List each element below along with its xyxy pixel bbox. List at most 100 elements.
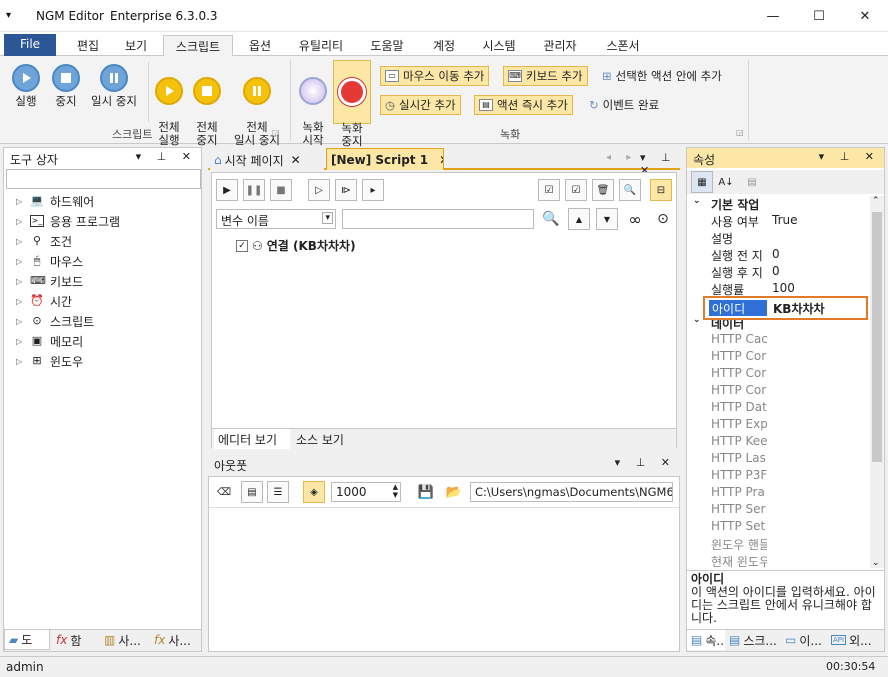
tree-item-script[interactable]: ▷ ⊙ 스크립트 bbox=[16, 312, 94, 330]
collapse-icon[interactable]: ⌄ bbox=[693, 315, 701, 325]
event-done-button[interactable]: ↻ 이벤트 완료 bbox=[585, 95, 663, 115]
panel-controls[interactable]: ▾ ⊥ ✕ bbox=[615, 456, 676, 469]
stop-button[interactable]: 중지 bbox=[46, 64, 86, 108]
property-value[interactable]: 0 bbox=[772, 264, 780, 278]
move-up-icon[interactable]: ▲ bbox=[568, 208, 590, 230]
play-step-icon[interactable]: ▷ bbox=[308, 179, 330, 201]
tree-item-hardware[interactable]: ▷ 💻 하드웨어 bbox=[16, 192, 94, 210]
step-box-icon[interactable]: ▸ bbox=[362, 179, 384, 201]
edit-id-row[interactable]: 아이디 KB차차차 bbox=[703, 296, 868, 320]
maximize-button[interactable]: ☐ bbox=[796, 0, 842, 32]
section-basic[interactable]: ⌄ 기본 작업 bbox=[687, 196, 869, 213]
scroll-down-icon[interactable]: ⌄ bbox=[872, 558, 880, 568]
property-row[interactable]: HTTP Cac bbox=[687, 332, 869, 349]
property-row[interactable]: HTTP Cor bbox=[687, 383, 869, 400]
log-path-input[interactable]: C:\Users\ngmas\Documents\NGM6\ bbox=[470, 482, 673, 502]
add-action-now-button[interactable]: ▤ 액션 즉시 추가 bbox=[474, 95, 573, 115]
tree-item-time[interactable]: ▷ ⏰ 시간 bbox=[16, 292, 72, 310]
tab-user-actions[interactable]: ▥ 사... bbox=[100, 630, 148, 650]
add-into-selected-button[interactable]: ⊞ 선택한 액션 안에 추가 bbox=[598, 66, 726, 86]
tab-toolbox[interactable]: ▰ 도 bbox=[4, 630, 50, 650]
node-checkbox[interactable]: ✓ bbox=[236, 239, 248, 252]
tab-start-page[interactable]: ⌂ 시작 페이지 ✕ bbox=[210, 150, 324, 170]
menu-system[interactable]: 시스템 bbox=[474, 35, 524, 56]
property-row[interactable]: HTTP Kee bbox=[687, 434, 869, 451]
tree-item-mouse[interactable]: ▷ 🖱 마우스 bbox=[16, 252, 83, 270]
add-mouse-move-button[interactable]: ▭ 마우스 이동 추가 bbox=[380, 66, 490, 86]
log-count-stepper[interactable]: 1000 ▲ ▼ bbox=[331, 482, 401, 502]
eraser-icon[interactable]: ◈ bbox=[303, 481, 325, 503]
menu-account[interactable]: 계정 bbox=[424, 35, 464, 56]
tab-external[interactable]: API 외... bbox=[827, 630, 883, 650]
property-row[interactable]: HTTP Exp bbox=[687, 417, 869, 434]
variable-search-input[interactable] bbox=[342, 209, 534, 229]
panel-controls[interactable]: ▾ ⊥ ✕ bbox=[136, 150, 197, 163]
menu-edit[interactable]: 편집 bbox=[66, 35, 110, 56]
property-row[interactable]: 윈도우 핸들 bbox=[687, 536, 869, 553]
menu-options[interactable]: 옵션 bbox=[240, 35, 280, 56]
menu-file[interactable]: File bbox=[4, 34, 56, 56]
close-tab-icon[interactable]: ✕ bbox=[291, 153, 301, 167]
scroll-thumb[interactable] bbox=[872, 212, 882, 462]
loop-icon[interactable]: ∞ bbox=[624, 208, 646, 230]
property-row[interactable]: HTTP P3F bbox=[687, 468, 869, 485]
tab-scroll-icons[interactable]: ◂ ▸ bbox=[606, 152, 637, 163]
stepper-arrows-icon[interactable]: ▲ ▼ bbox=[393, 483, 398, 499]
quick-access-dropdown-icon[interactable]: ▾ bbox=[6, 10, 11, 21]
run-all-button[interactable]: 전체 실행 bbox=[152, 64, 186, 147]
categorized-icon[interactable]: ▦ bbox=[691, 171, 713, 193]
property-row[interactable]: HTTP Set bbox=[687, 519, 869, 536]
run-button[interactable]: 실행 bbox=[6, 64, 46, 108]
list-icon[interactable]: ☰ bbox=[267, 481, 289, 503]
folder-icon[interactable]: 📂 bbox=[443, 481, 465, 503]
clear-log-icon[interactable]: ⌫ bbox=[213, 481, 235, 503]
check-icon[interactable]: ☑ bbox=[565, 179, 587, 201]
expand-icon[interactable]: ▷ bbox=[16, 337, 24, 346]
toolbox-search-input[interactable] bbox=[6, 169, 201, 189]
menu-admin[interactable]: 관리자 bbox=[534, 35, 586, 56]
document-icon[interactable]: ▤ bbox=[241, 481, 263, 503]
menu-sponsor[interactable]: 스폰서 bbox=[598, 35, 648, 56]
expand-icon[interactable]: ▷ bbox=[16, 357, 24, 366]
stop-icon[interactable]: ■ bbox=[270, 179, 292, 201]
tab-script-list[interactable]: ▤ 스크... bbox=[725, 630, 781, 650]
expand-icon[interactable]: ▷ bbox=[16, 237, 24, 246]
menu-utility[interactable]: 유틸리티 bbox=[290, 35, 352, 56]
tree-item-memory[interactable]: ▷ ▣ 메모리 bbox=[16, 332, 83, 350]
property-row[interactable]: 실행 후 지 0 bbox=[687, 264, 869, 281]
chevron-down-icon[interactable]: ▾ bbox=[322, 212, 333, 224]
expand-icon[interactable]: ▷ bbox=[16, 257, 24, 266]
tab-script-1[interactable]: [New] Script 1 ✕ bbox=[326, 148, 444, 170]
script-node-connect[interactable]: ✓ ⚇ 연결 (KB차차차) bbox=[236, 237, 356, 254]
stop-all-button[interactable]: 전체 중지 bbox=[190, 64, 224, 147]
property-row[interactable]: HTTP Pra bbox=[687, 485, 869, 502]
record-stop-button[interactable]: 녹화 중지 bbox=[333, 60, 371, 148]
group-launcher-icon[interactable]: ◲ bbox=[736, 128, 744, 137]
variable-select[interactable]: 변수 이름 ▾ bbox=[216, 209, 336, 229]
tree-view-icon[interactable]: ⊟ bbox=[650, 179, 672, 201]
property-value[interactable]: 0 bbox=[772, 247, 780, 261]
panel-controls[interactable]: ▾ ⊥ ✕ bbox=[819, 150, 880, 163]
pause-icon[interactable]: ❚❚ bbox=[243, 179, 265, 201]
menu-help[interactable]: 도움말 bbox=[362, 35, 412, 56]
property-value[interactable]: 100 bbox=[772, 281, 795, 295]
tab-user-functions[interactable]: fx 사... bbox=[150, 630, 200, 650]
add-keyboard-button[interactable]: ⌨ 키보드 추가 bbox=[503, 66, 588, 86]
tab-editor-view[interactable]: 에디터 보기 bbox=[214, 429, 290, 449]
save-icon[interactable]: 💾 bbox=[415, 481, 437, 503]
property-pages-icon[interactable]: ▤ bbox=[741, 171, 763, 193]
expand-icon[interactable]: ▷ bbox=[16, 277, 24, 286]
pause-button[interactable]: 일시 중지 bbox=[86, 64, 142, 108]
property-row[interactable]: 설명 bbox=[687, 230, 869, 247]
group-launcher-icon[interactable]: ◲ bbox=[272, 128, 280, 137]
property-row[interactable]: 현재 윈도우 bbox=[687, 553, 869, 568]
check-all-icon[interactable]: ☑ bbox=[538, 179, 560, 201]
tree-item-condition[interactable]: ▷ ⚲ 조건 bbox=[16, 232, 72, 250]
play-box-icon[interactable]: ⧐ bbox=[335, 179, 357, 201]
record-start-button[interactable]: 녹화 시작 bbox=[296, 64, 330, 147]
property-row[interactable]: 사용 여부 True bbox=[687, 213, 869, 230]
close-tab-icon[interactable]: ✕ bbox=[439, 153, 443, 167]
tab-image[interactable]: ▭ 이... bbox=[781, 630, 827, 650]
collapse-icon[interactable]: ⌄ bbox=[693, 196, 701, 206]
expand-icon[interactable]: ▷ bbox=[16, 297, 24, 306]
